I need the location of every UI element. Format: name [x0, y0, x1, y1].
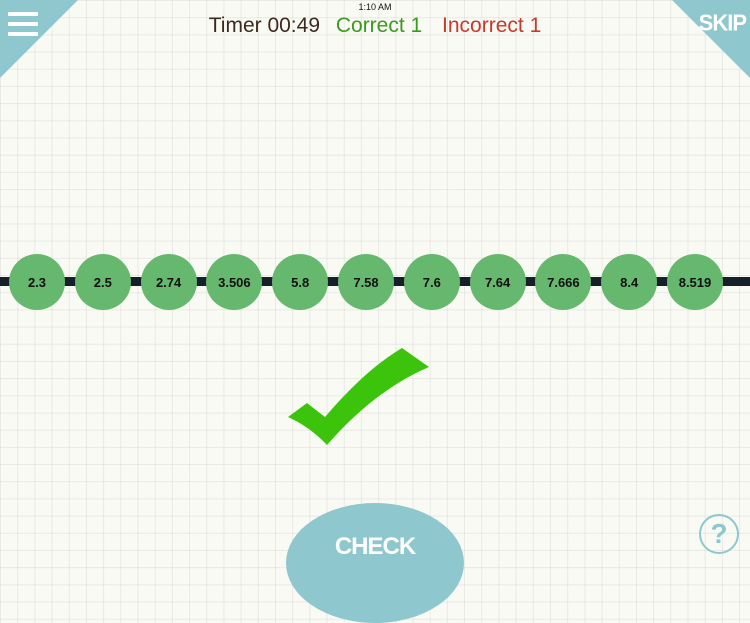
- number-circle[interactable]: 3.506: [206, 254, 263, 310]
- number-circle[interactable]: 8.4: [601, 254, 658, 310]
- number-circle[interactable]: 8.519: [667, 254, 723, 310]
- checkmark-icon: [288, 348, 429, 445]
- status-bar: Carrier 1:10 AM 100%: [0, 0, 750, 14]
- number-circle[interactable]: 5.8: [272, 254, 329, 310]
- timer-label: Timer 00:49: [208, 14, 320, 37]
- number-circle[interactable]: 7.58: [338, 254, 394, 310]
- check-button-label[interactable]: CHECK: [286, 533, 464, 561]
- score-bar: Timer 00:49 Correct 1 Incorrect 1: [0, 14, 750, 38]
- number-circle[interactable]: 2.3: [9, 254, 65, 310]
- incorrect-count: Incorrect 1: [442, 14, 542, 37]
- help-icon[interactable]: ?: [699, 514, 739, 554]
- number-circle[interactable]: 7.666: [535, 254, 592, 310]
- number-circle[interactable]: 7.6: [403, 254, 460, 310]
- correct-count: Correct 1: [335, 14, 423, 37]
- status-time: 1:10 AM: [358, 2, 392, 12]
- check-button[interactable]: [286, 503, 464, 623]
- number-circle[interactable]: 2.5: [74, 254, 131, 310]
- number-circle[interactable]: 2.74: [140, 254, 197, 310]
- number-circle[interactable]: 7.64: [469, 254, 526, 310]
